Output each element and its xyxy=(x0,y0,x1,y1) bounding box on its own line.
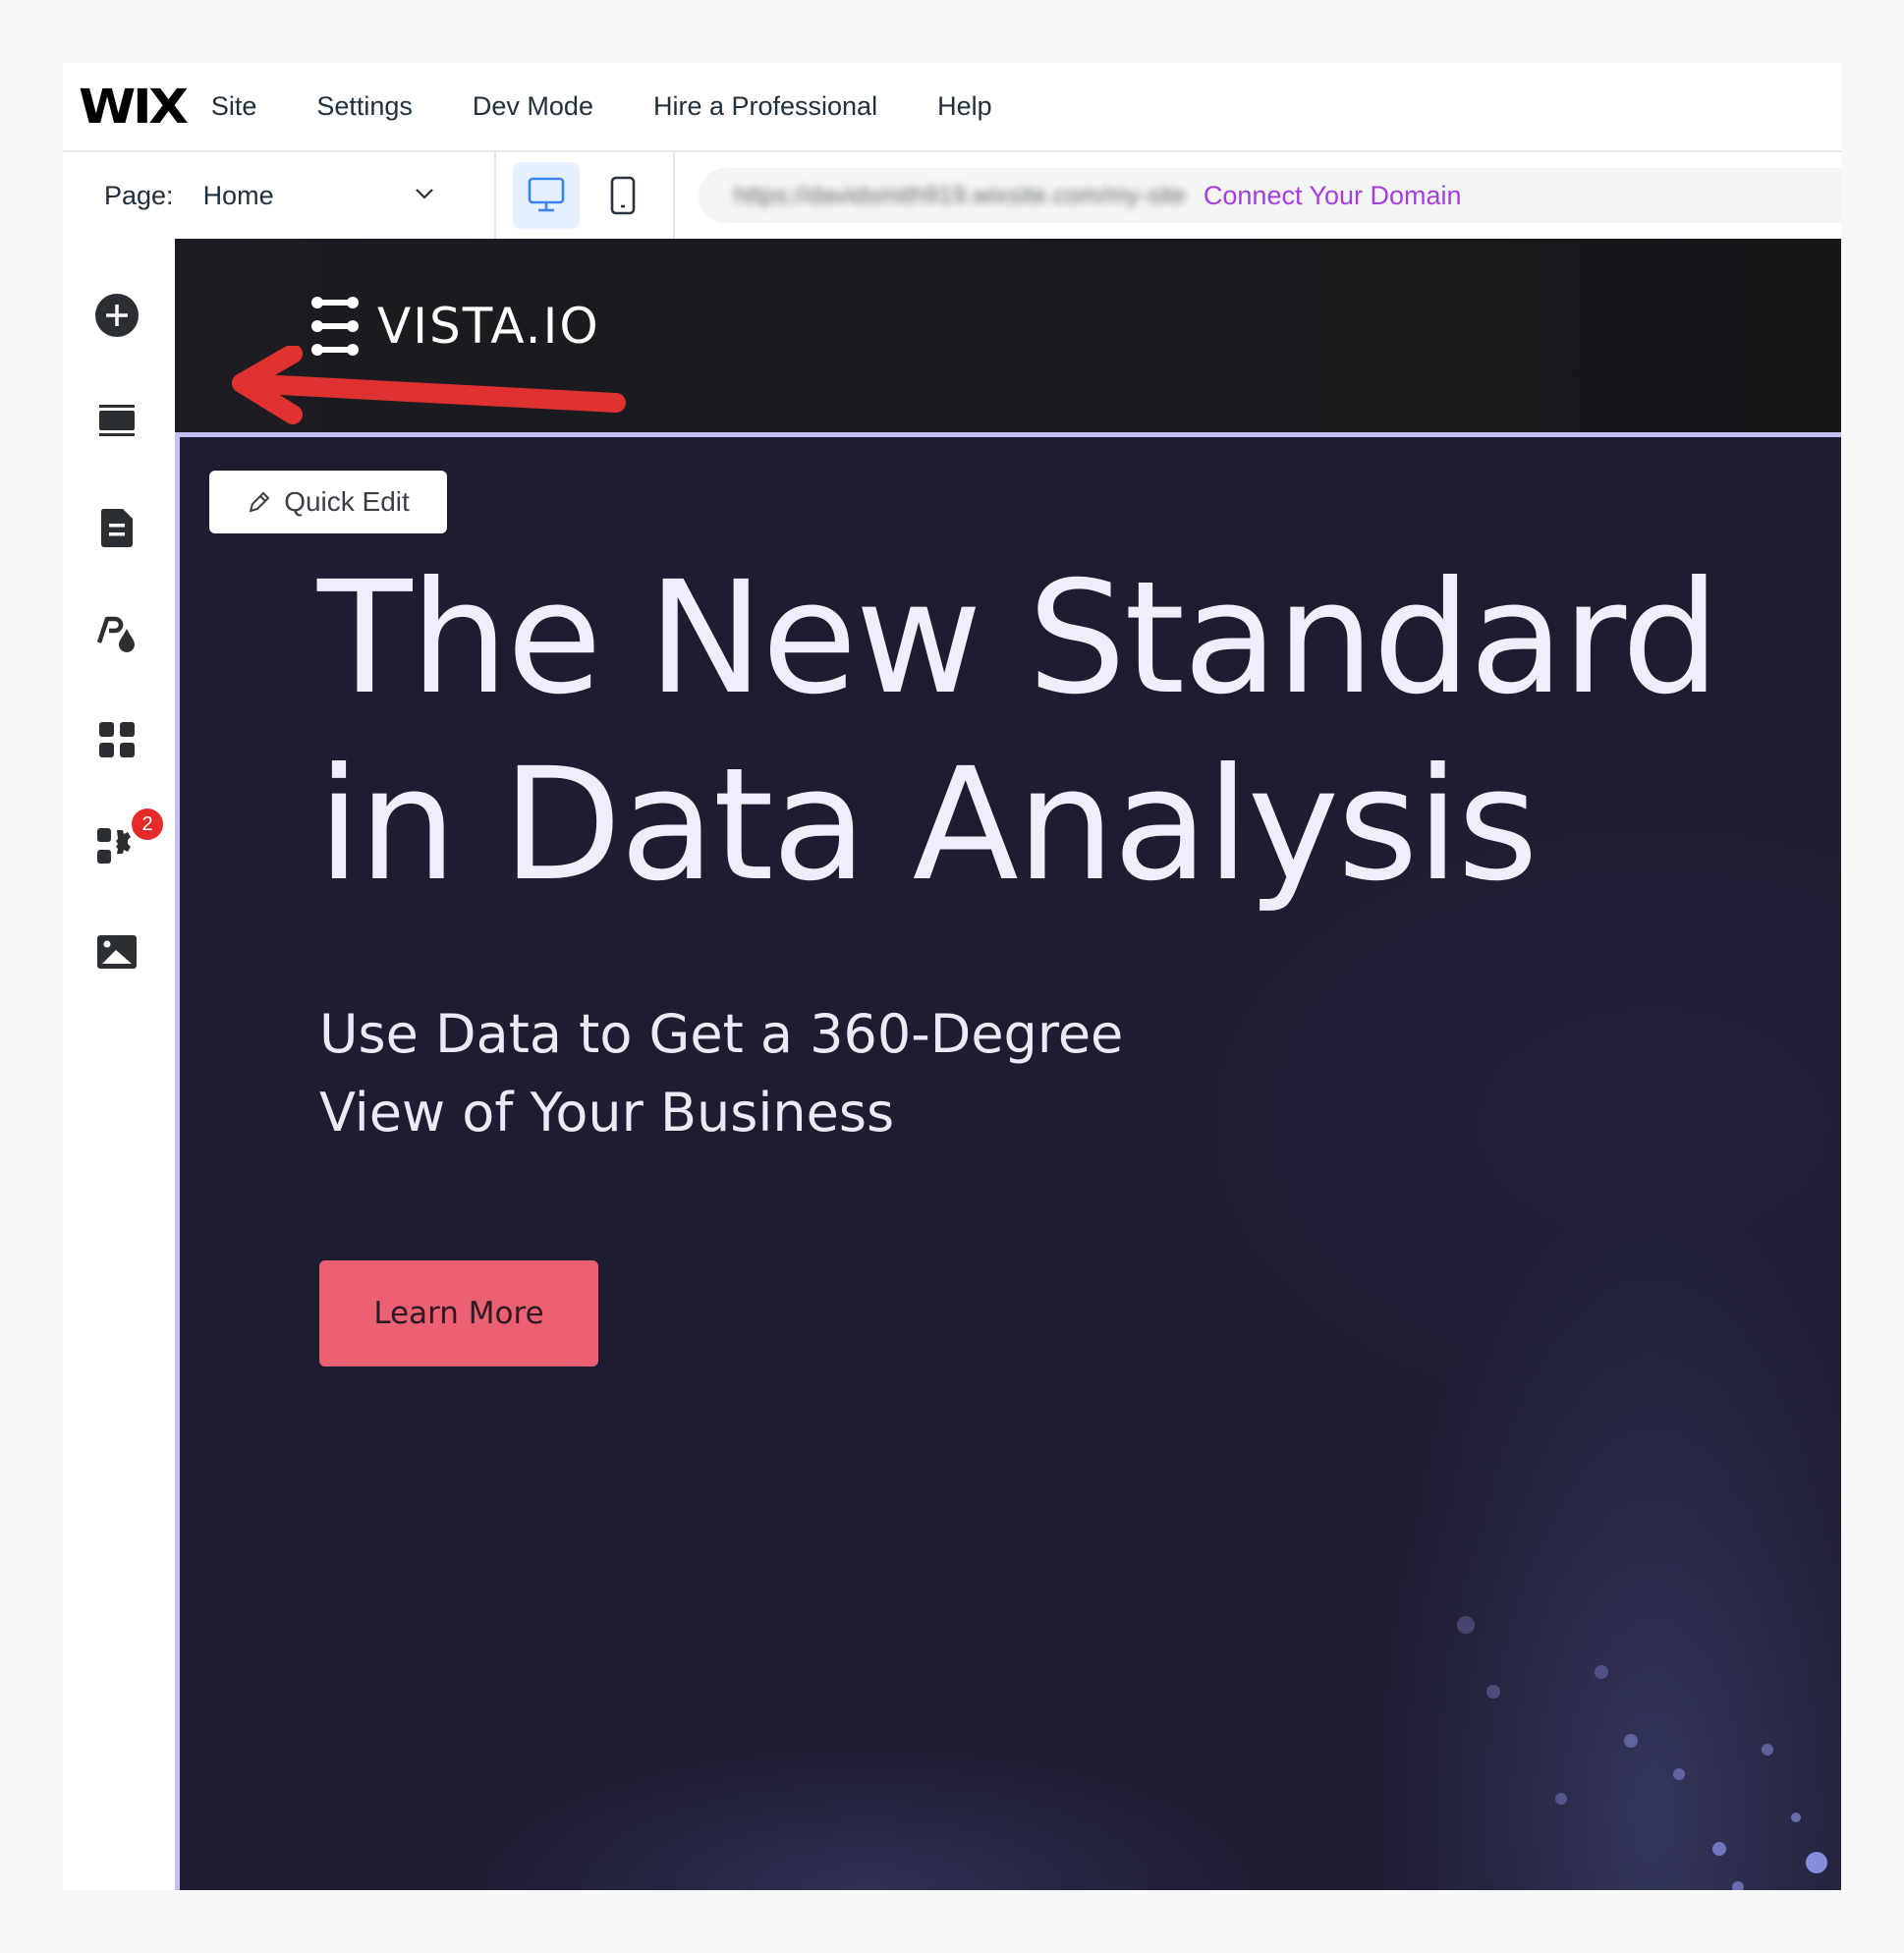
brand-name: VISTA.IO xyxy=(377,298,600,355)
sections-icon xyxy=(99,405,135,436)
brand-logo-icon xyxy=(311,297,359,356)
pages-button[interactable] xyxy=(89,500,144,555)
mobile-view-button[interactable] xyxy=(589,162,656,229)
mobile-icon xyxy=(610,176,636,215)
wix-logo[interactable]: WIX xyxy=(79,80,189,135)
decorative-dot xyxy=(1712,1842,1726,1856)
decorative-dot xyxy=(1457,1616,1475,1634)
page-icon xyxy=(100,509,133,547)
site-design-button[interactable] xyxy=(89,606,144,661)
learn-more-button[interactable]: Learn More xyxy=(319,1260,598,1367)
theme-icon xyxy=(96,616,135,652)
site-url[interactable]: https://davidsmith919.wixsite.com/my-sit… xyxy=(734,182,1186,210)
notification-badge: 2 xyxy=(132,809,163,840)
editor-toolbar: Page: Home https://davidsmith919.wixsite… xyxy=(63,152,1841,239)
desktop-icon xyxy=(528,177,565,212)
decorative-dot xyxy=(1673,1768,1685,1780)
site-url-bar: https://davidsmith919.wixsite.com/my-sit… xyxy=(699,168,1841,223)
decorative-dot xyxy=(1555,1793,1567,1805)
menu-site[interactable]: Site xyxy=(211,91,257,122)
decorative-dot xyxy=(1624,1734,1638,1748)
editor-canvas[interactable]: VISTA.IO Quick Edit The New Standard in … xyxy=(175,239,1841,1890)
decorative-dot xyxy=(1732,1881,1744,1890)
image-icon xyxy=(97,935,137,969)
menu-help[interactable]: Help xyxy=(937,91,992,122)
media-button[interactable] xyxy=(89,924,144,979)
page-selector-label: Page: xyxy=(104,180,174,210)
top-menu-bar: WIX Site Settings Dev Mode Hire a Profes… xyxy=(63,63,1841,152)
add-elements-button[interactable] xyxy=(89,288,144,343)
hero-headline[interactable]: The New Standard in Data Analysis xyxy=(317,545,1720,919)
apps-grid-icon xyxy=(99,722,135,757)
page-selector-value: Home xyxy=(202,180,274,210)
decorative-dot xyxy=(1595,1665,1608,1679)
decorative-dot xyxy=(1791,1813,1801,1822)
wix-editor-window: WIX Site Settings Dev Mode Hire a Profes… xyxy=(63,63,1841,1890)
hero-section[interactable]: Quick Edit The New Standard in Data Anal… xyxy=(175,432,1841,1890)
headline-line-1: The New Standard xyxy=(317,548,1720,729)
site-header[interactable]: VISTA.IO xyxy=(175,239,1841,432)
add-apps-button[interactable] xyxy=(89,712,144,767)
menu-settings[interactable]: Settings xyxy=(316,91,413,122)
subtitle-line-2: View of Your Business xyxy=(319,1082,895,1144)
hero-subtitle[interactable]: Use Data to Get a 360-Degree View of You… xyxy=(319,995,1123,1152)
decorative-dot xyxy=(1806,1852,1827,1873)
decorative-dot xyxy=(1486,1685,1500,1699)
subtitle-line-1: Use Data to Get a 360-Degree xyxy=(319,1003,1124,1065)
quick-edit-button[interactable]: Quick Edit xyxy=(209,471,447,533)
headline-line-2: in Data Analysis xyxy=(317,735,1539,916)
quick-edit-label: Quick Edit xyxy=(284,486,410,517)
pencil-icon xyxy=(249,491,270,513)
page-selector[interactable]: Page: Home xyxy=(63,152,496,239)
left-sidebar: 2 xyxy=(63,239,175,1890)
apps-gear-icon xyxy=(97,828,131,864)
connect-domain-link[interactable]: Connect Your Domain xyxy=(1204,181,1462,211)
menu-dev-mode[interactable]: Dev Mode xyxy=(473,91,593,122)
menu-hire-professional[interactable]: Hire a Professional xyxy=(653,91,877,122)
device-switcher xyxy=(496,152,675,239)
plus-circle-icon xyxy=(95,294,139,337)
sections-button[interactable] xyxy=(89,394,144,449)
learn-more-label: Learn More xyxy=(373,1296,544,1331)
decorative-dot xyxy=(1762,1744,1773,1756)
chevron-down-icon xyxy=(416,189,433,199)
site-logo[interactable]: VISTA.IO xyxy=(310,296,600,357)
desktop-view-button[interactable] xyxy=(513,162,580,229)
